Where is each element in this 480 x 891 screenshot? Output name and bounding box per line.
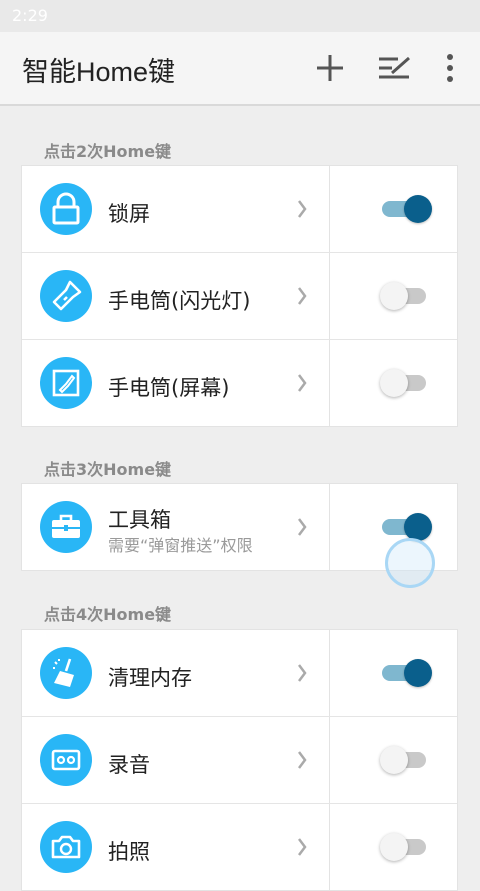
section-header: 点击3次Home键 xyxy=(44,460,172,479)
status-bar: 2:29 xyxy=(0,0,480,32)
more-vert-icon[interactable] xyxy=(432,50,468,86)
edit-list-icon[interactable] xyxy=(376,50,412,86)
chevron-right-icon[interactable] xyxy=(296,749,308,771)
toggle-switch[interactable] xyxy=(380,513,432,541)
list-item[interactable]: 锁屏 xyxy=(22,166,457,253)
list-item[interactable]: 拍照 xyxy=(22,804,457,890)
item-sublabel: 需要“弹窗推送”权限 xyxy=(108,536,253,555)
flashlight-icon xyxy=(40,270,92,322)
toggle-switch[interactable] xyxy=(380,369,432,397)
section-header: 点击2次Home键 xyxy=(44,142,172,161)
list-item[interactable]: 手电筒(屏幕) xyxy=(22,340,457,426)
toggle-switch[interactable] xyxy=(380,282,432,310)
touch-ripple xyxy=(385,538,435,588)
screen-light-icon xyxy=(40,357,92,409)
item-label: 工具箱 xyxy=(108,508,171,532)
chevron-right-icon[interactable] xyxy=(296,836,308,858)
broom-icon xyxy=(40,647,92,699)
section-header: 点击4次Home键 xyxy=(44,605,172,624)
list-item[interactable]: 录音 xyxy=(22,717,457,804)
section-card: 锁屏 手电筒(闪光灯) 手电筒(屏幕) xyxy=(21,165,458,427)
item-label: 录音 xyxy=(108,753,150,777)
chevron-right-icon[interactable] xyxy=(296,198,308,220)
item-label: 手电筒(闪光灯) xyxy=(108,289,251,313)
page-title: 智能Home键 xyxy=(22,57,176,87)
toggle-switch[interactable] xyxy=(380,746,432,774)
status-time: 2:29 xyxy=(12,6,48,25)
toggle-switch[interactable] xyxy=(380,195,432,223)
toggle-switch[interactable] xyxy=(380,659,432,687)
item-label: 拍照 xyxy=(108,840,150,864)
item-label: 手电筒(屏幕) xyxy=(108,376,230,400)
toggle-switch[interactable] xyxy=(380,833,432,861)
camera-icon xyxy=(40,821,92,873)
item-label: 锁屏 xyxy=(108,202,150,226)
lock-icon xyxy=(40,183,92,235)
list-item[interactable]: 清理内存 xyxy=(22,630,457,717)
chevron-right-icon[interactable] xyxy=(296,285,308,307)
item-label: 清理内存 xyxy=(108,666,192,690)
chevron-right-icon[interactable] xyxy=(296,516,308,538)
add-icon[interactable] xyxy=(312,50,348,86)
app-bar: 智能Home键 xyxy=(0,32,480,106)
chevron-right-icon[interactable] xyxy=(296,662,308,684)
toolbox-icon xyxy=(40,501,92,553)
chevron-right-icon[interactable] xyxy=(296,372,308,394)
list-item[interactable]: 手电筒(闪光灯) xyxy=(22,253,457,340)
section-card: 清理内存 录音 拍照 xyxy=(21,629,458,891)
recorder-icon xyxy=(40,734,92,786)
